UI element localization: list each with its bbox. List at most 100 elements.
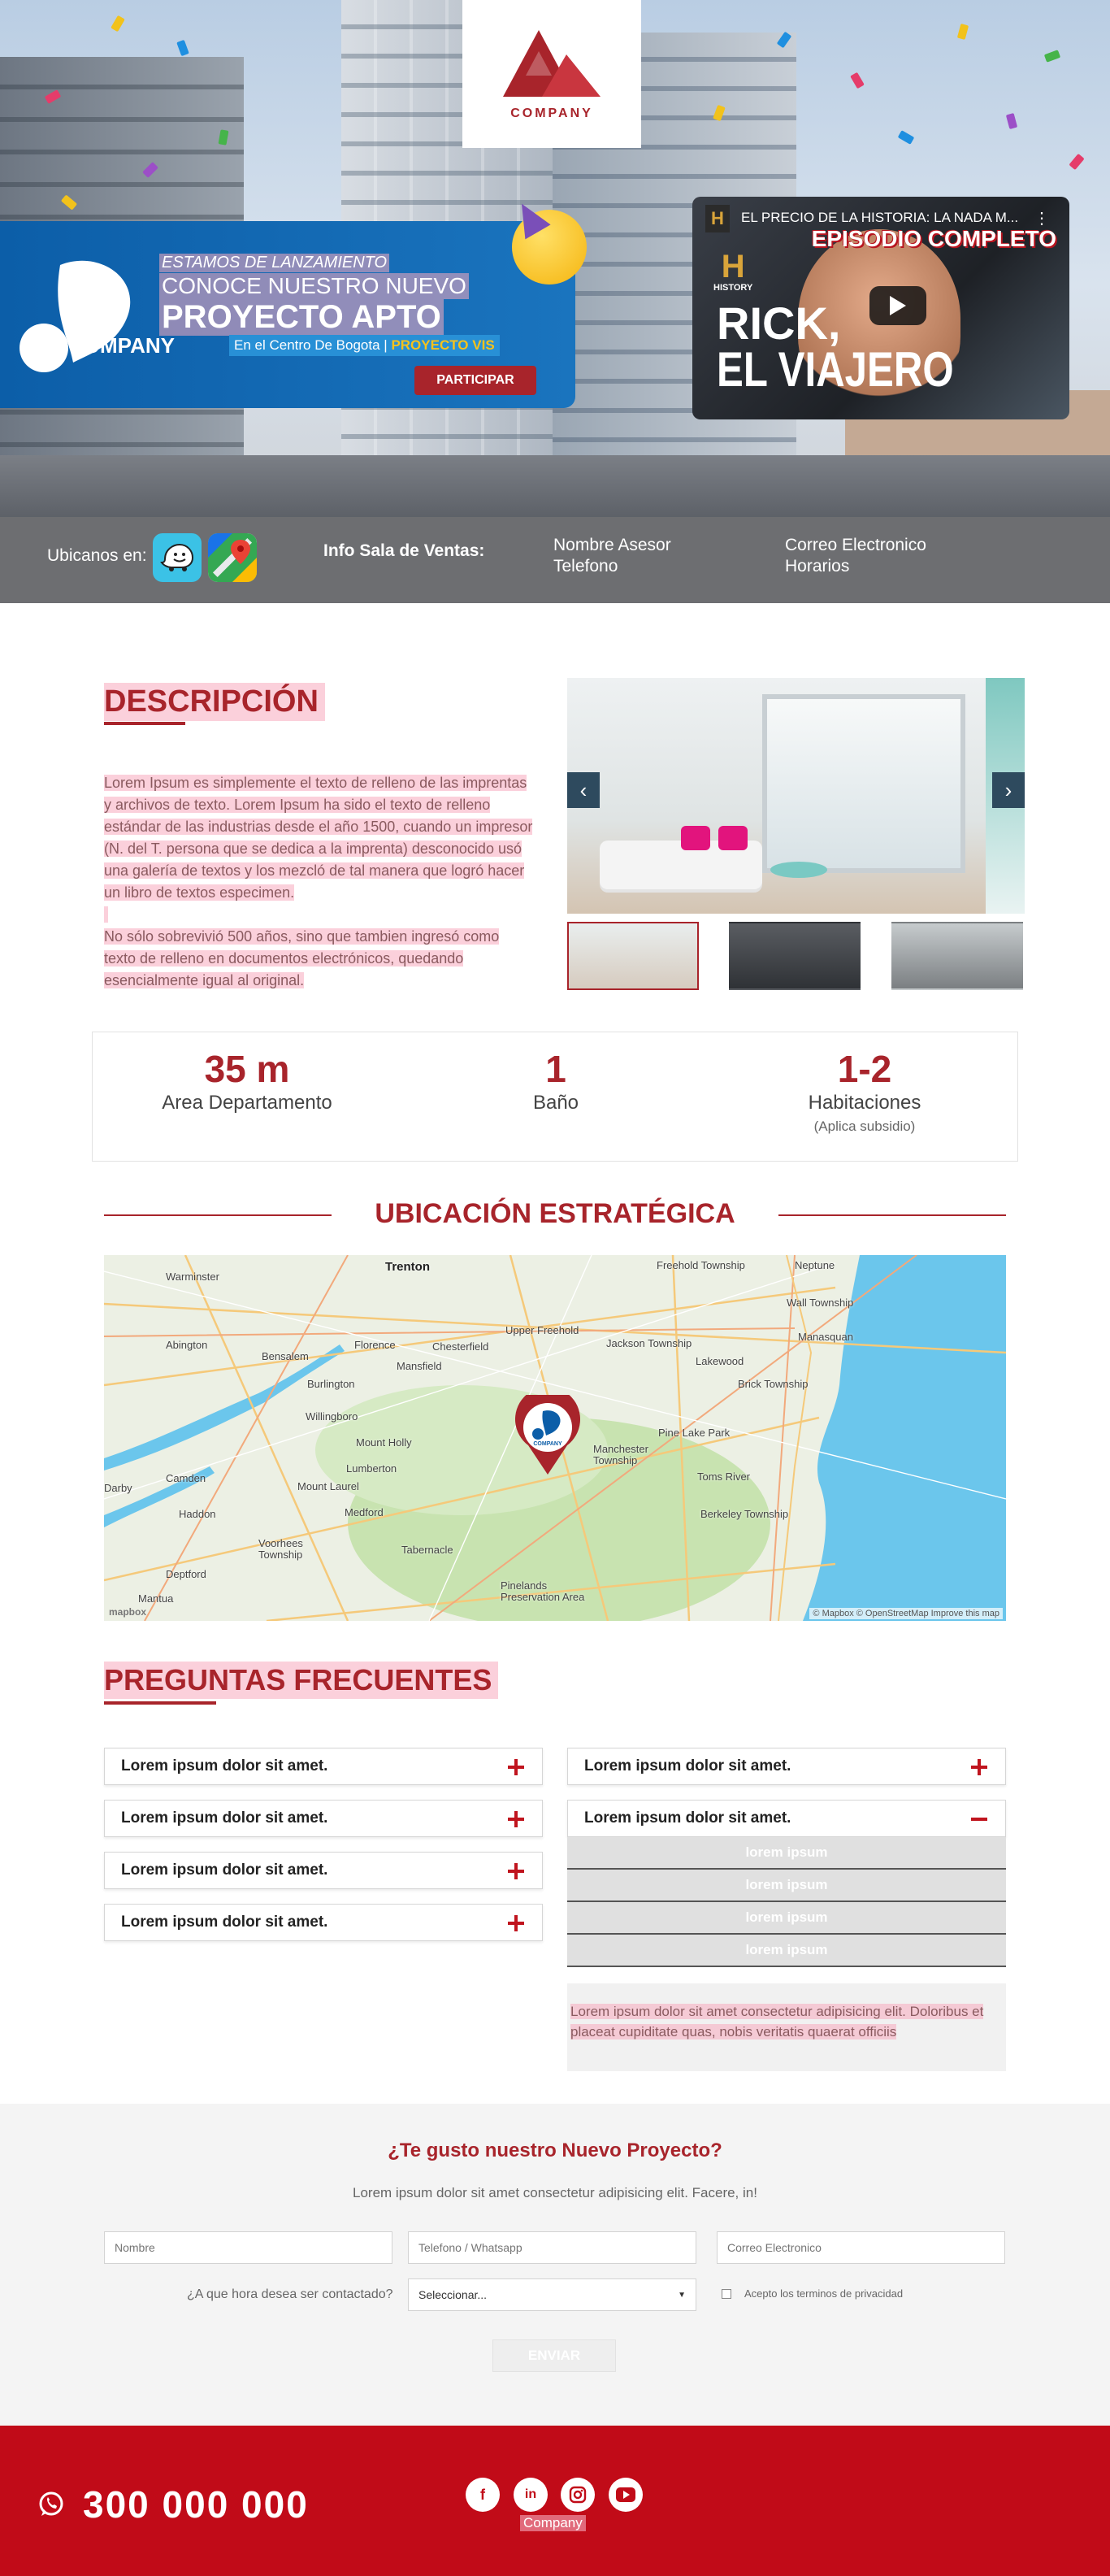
faq-item-right-2-open[interactable]: Lorem ipsum dolor sit amet. <box>567 1800 1006 1837</box>
map-place-label: Manasquan <box>798 1331 853 1343</box>
confetti <box>1069 153 1085 171</box>
faq-sub-item[interactable]: lorem ipsum <box>567 1902 1006 1935</box>
faq-title: PREGUNTAS FRECUENTES <box>104 1662 499 1699</box>
plus-icon[interactable] <box>506 1914 526 1933</box>
faq-item-left-2[interactable]: Lorem ipsum dolor sit amet. <box>104 1800 543 1837</box>
faq-question: Lorem ipsum dolor sit amet. <box>121 1809 328 1827</box>
title-underline <box>104 722 185 725</box>
map-pin-icon[interactable]: COMPANY <box>514 1395 582 1476</box>
ubicanos-label: Ubicanos en: <box>47 546 147 565</box>
banner-line-2: CONOCE NUESTRO NUEVO <box>159 273 469 299</box>
faq-sub-item[interactable]: lorem ipsum <box>567 1935 1006 1967</box>
map-attribution[interactable]: © Mapbox © OpenStreetMap Improve this ma… <box>809 1608 1003 1619</box>
faq-item-left-1[interactable]: Lorem ipsum dolor sit amet. <box>104 1748 543 1785</box>
descripcion-p1-text: Lorem Ipsum es simplemente el texto de r… <box>104 775 533 901</box>
stat-area-label: Area Departamento <box>162 1092 332 1114</box>
gallery-thumbnail-3[interactable] <box>891 922 1023 990</box>
map-place-label: Trenton <box>385 1260 430 1274</box>
map-place-label: Pine Lake Park <box>658 1427 731 1439</box>
faq-sub-item[interactable]: lorem ipsum <box>567 1870 1006 1902</box>
contact-form-section: ¿Te gusto nuestro Nuevo Proyecto? Lorem … <box>0 2104 1110 2426</box>
plus-icon[interactable] <box>506 1861 526 1881</box>
faq-item-left-3[interactable]: Lorem ipsum dolor sit amet. <box>104 1852 543 1889</box>
gallery-thumbnail-1[interactable] <box>567 922 699 990</box>
privacy-label[interactable]: Acepto los terminos de privacidad <box>744 2287 903 2300</box>
hora-select[interactable]: Seleccionar... ▼ <box>408 2278 696 2311</box>
show-title-line-2: EL VIAJERO <box>717 342 954 397</box>
telefono-input[interactable] <box>408 2231 696 2264</box>
faq-item-right-1[interactable]: Lorem ipsum dolor sit amet. <box>567 1748 1006 1785</box>
descripcion-p2-text: No sólo sobrevivió 500 años, sino que ta… <box>104 928 500 988</box>
spacer-mark <box>104 906 109 923</box>
plus-icon[interactable] <box>506 1757 526 1777</box>
gallery-prev-button[interactable]: ‹ <box>567 772 600 808</box>
waze-glyph <box>160 543 194 571</box>
header-logo[interactable]: COMPANY <box>462 0 641 148</box>
footer-phone[interactable]: 300 000 000 <box>83 2483 309 2526</box>
map-place-label: Upper Freehold <box>505 1324 579 1336</box>
map-place-label: Voorhees Township <box>258 1537 303 1561</box>
info-bar: Ubicanos en: Info Sala de Ventas: Nombre… <box>0 517 1110 603</box>
faq-item-left-4[interactable]: Lorem ipsum dolor sit amet. <box>104 1904 543 1941</box>
map-place-label: Willingboro <box>306 1410 358 1423</box>
history-logo: H HISTORY <box>713 250 752 293</box>
mapbox-logo[interactable]: mapbox <box>109 1606 146 1618</box>
stat-habitaciones-value: 1-2 <box>837 1048 892 1090</box>
banner-line-3: PROYECTO APTO <box>159 299 444 336</box>
stat-bano-value: 1 <box>545 1048 566 1090</box>
caret-down-icon: ▼ <box>678 2290 686 2300</box>
facebook-icon[interactable]: f <box>466 2478 500 2512</box>
linkedin-icon[interactable]: in <box>514 2478 548 2512</box>
map-place-label: Deptford <box>166 1568 206 1580</box>
faq-sub-item[interactable]: lorem ipsum <box>567 1837 1006 1870</box>
hora-select-value: Seleccionar... <box>418 2288 488 2301</box>
map-place-label: Darby <box>104 1482 132 1494</box>
whatsapp-icon[interactable] <box>37 2491 65 2518</box>
ubicacion-title: UBICACIÓN ESTRATÉGICA <box>375 1198 735 1229</box>
gallery-next-button[interactable]: › <box>992 772 1025 808</box>
video-title[interactable]: EL PRECIO DE LA HISTORIA: LA NADA M... <box>741 210 1018 226</box>
paragraph-spacer <box>104 904 535 926</box>
triangle-logo-icon <box>503 30 601 97</box>
youtube-glyph <box>616 2487 635 2502</box>
plus-icon[interactable] <box>506 1809 526 1829</box>
faq-answer: Lorem ipsum dolor sit amet consectetur a… <box>567 1983 1006 2071</box>
channel-logo-icon: H <box>705 205 730 232</box>
privacy-checkbox[interactable] <box>722 2289 731 2299</box>
youtube-icon[interactable] <box>609 2478 643 2512</box>
map-place-label: Berkeley Township <box>700 1508 789 1520</box>
map-place-label: Toms River <box>697 1470 751 1483</box>
participar-button[interactable]: PARTICIPAR <box>414 366 536 395</box>
hero-section: COMPANY COMPANY ESTAMOS DE LANZAMIENTO C… <box>0 0 1110 517</box>
correo-input[interactable] <box>717 2231 1005 2264</box>
plus-icon[interactable] <box>969 1757 989 1777</box>
map-place-label: Warminster <box>166 1271 219 1283</box>
enviar-button[interactable]: ENVIAR <box>492 2339 616 2372</box>
location-map[interactable]: COMPANY Warminster Trenton Freehold Townsh… <box>104 1255 1006 1621</box>
play-button[interactable] <box>869 286 926 325</box>
promo-banner: COMPANY ESTAMOS DE LANZAMIENTO CONOCE NU… <box>0 221 575 408</box>
faq-question: Lorem ipsum dolor sit amet. <box>584 1809 791 1827</box>
banner-vis-badge: PROYECTO VIS <box>391 337 495 353</box>
form-title: ¿Te gusto nuestro Nuevo Proyecto? <box>388 2139 722 2161</box>
stat-area: 35 m Area Departamento <box>93 1047 401 1115</box>
stat-habitaciones-label: Habitaciones <box>808 1092 921 1114</box>
map-place-label: Mansfield <box>397 1360 442 1372</box>
confetti <box>956 24 969 40</box>
confetti <box>176 39 189 57</box>
nombre-input[interactable] <box>104 2231 392 2264</box>
video-player[interactable]: H EL PRECIO DE LA HISTORIA: LA NADA M...… <box>692 197 1069 419</box>
waze-icon[interactable] <box>153 533 202 582</box>
minus-icon[interactable] <box>969 1809 989 1829</box>
stat-bano-label: Baño <box>532 1092 579 1114</box>
telefono-asesor: Telefono <box>553 557 618 576</box>
gallery-pillow <box>718 826 748 850</box>
instagram-icon[interactable] <box>561 2478 595 2512</box>
gallery-thumbnail-2[interactable] <box>729 922 861 990</box>
map-pin-label: COMPANY <box>533 1441 562 1447</box>
map-place-label: Camden <box>166 1472 206 1484</box>
google-maps-icon[interactable] <box>208 533 257 582</box>
map-place-label: Bensalem <box>262 1350 309 1362</box>
map-place-label: Freehold Township <box>657 1259 745 1271</box>
map-place-label: Lakewood <box>696 1355 744 1367</box>
